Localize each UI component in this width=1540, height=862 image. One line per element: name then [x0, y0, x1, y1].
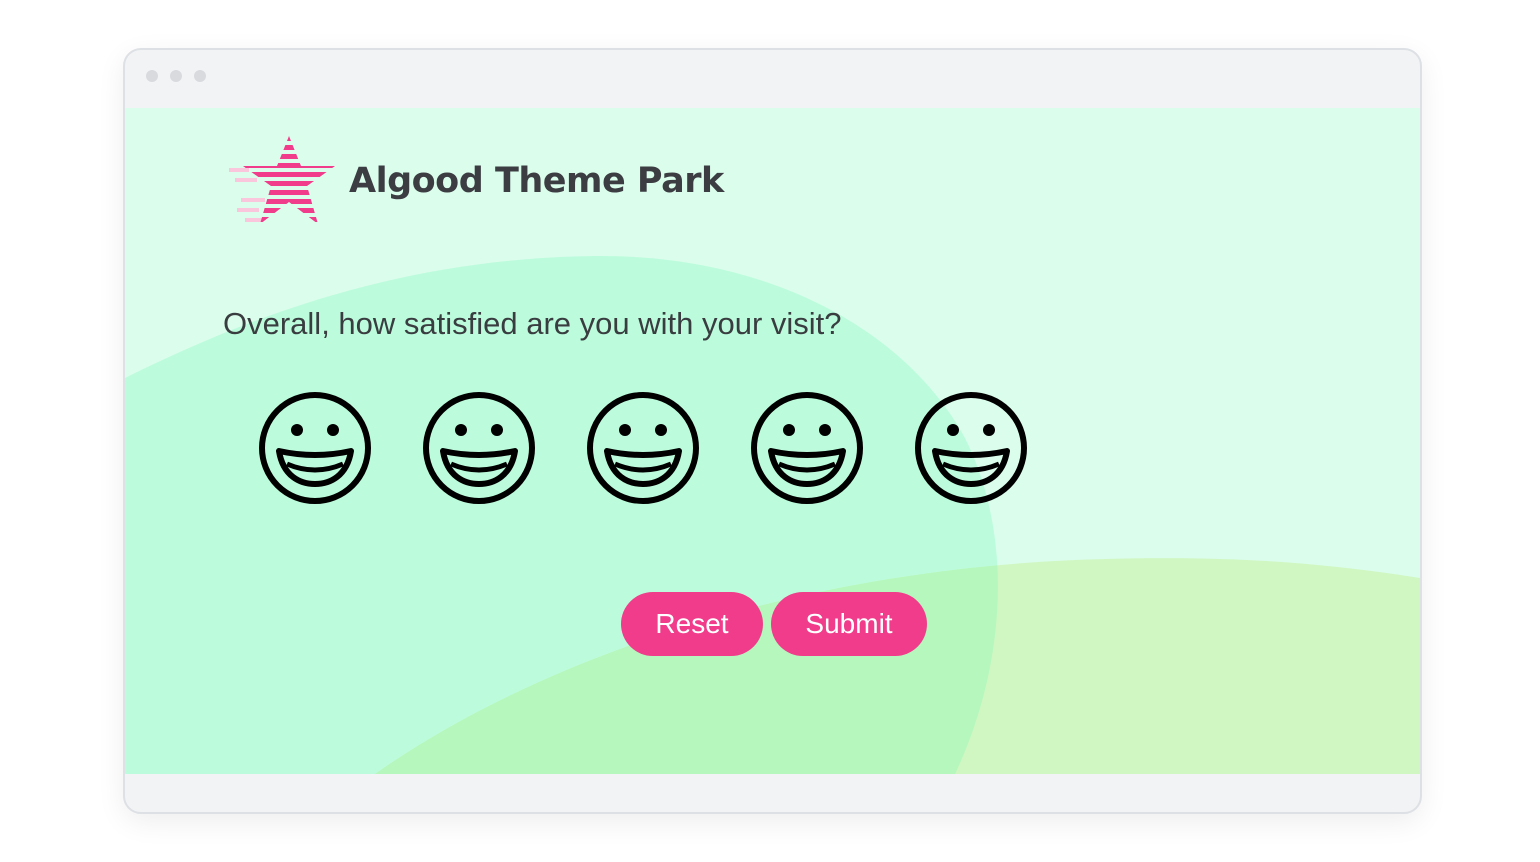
rating-option-4[interactable]	[747, 388, 867, 508]
smiley-face-icon	[587, 392, 699, 504]
smiley-face-icon	[259, 392, 371, 504]
window-control-dot[interactable]	[170, 70, 182, 82]
page-viewport: Algood Theme Park Overall, how satisfied…	[125, 108, 1420, 774]
survey-question: Overall, how satisfied are you with your…	[223, 306, 842, 341]
form-actions: Reset Submit	[621, 592, 927, 656]
window-titlebar	[125, 50, 1420, 108]
rating-option-1[interactable]	[255, 388, 375, 508]
submit-button[interactable]: Submit	[771, 592, 927, 656]
rating-option-3[interactable]	[583, 388, 703, 508]
smiley-face-icon	[751, 392, 863, 504]
smiley-face-icon	[915, 392, 1027, 504]
rating-options	[255, 388, 1031, 508]
browser-window: Algood Theme Park Overall, how satisfied…	[123, 48, 1422, 814]
brand-name: Algood Theme Park	[349, 161, 724, 201]
striped-star-icon	[229, 136, 335, 222]
window-control-dot[interactable]	[194, 70, 206, 82]
reset-button[interactable]: Reset	[621, 592, 763, 656]
rating-option-2[interactable]	[419, 388, 539, 508]
smiley-face-icon	[423, 392, 535, 504]
rating-option-5[interactable]	[911, 388, 1031, 508]
brand-logo[interactable]: Algood Theme Park	[227, 134, 724, 228]
window-control-dot[interactable]	[146, 70, 158, 82]
